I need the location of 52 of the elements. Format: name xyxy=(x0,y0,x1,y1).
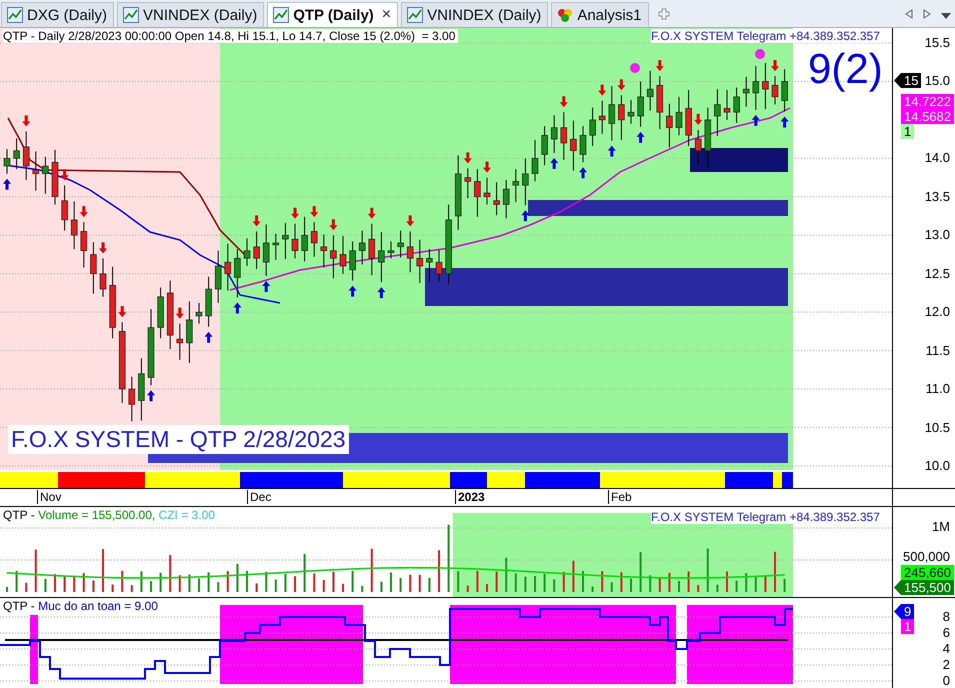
chart-icon xyxy=(407,7,424,23)
axis-label: 500,000 xyxy=(903,549,950,564)
axis-label: 12.5 xyxy=(924,266,950,281)
axis-label: 12.0 xyxy=(924,304,950,320)
value-badge: 1 xyxy=(901,619,914,634)
axis-label: 8 xyxy=(942,609,950,624)
chart-tab[interactable]: Analysis1 xyxy=(551,2,649,27)
dropdown-icon[interactable] xyxy=(941,13,951,19)
value-badge: 14.7222 xyxy=(901,94,954,109)
chart-tab[interactable]: VNINDEX (Daily) xyxy=(401,2,548,27)
axis-label: 4 xyxy=(942,641,950,656)
date-label: Nov xyxy=(37,490,62,504)
telegram-contact: F.O.X SYSTEM Telegram +84.389.352.357 xyxy=(651,29,880,43)
axis-label: 15.0 xyxy=(924,73,950,88)
signal-count: 9(2) xyxy=(808,48,883,90)
axis-label: 2 xyxy=(942,657,950,672)
value-badge: 155,500 xyxy=(894,580,954,595)
axis-label: 6 xyxy=(942,625,950,640)
axis-label: 13.0 xyxy=(924,227,950,242)
scroll-left-icon[interactable] xyxy=(905,9,913,19)
scroll-right-icon[interactable] xyxy=(923,9,931,19)
axis-label: 14.0 xyxy=(924,150,950,166)
axis-label: 10.5 xyxy=(924,420,950,434)
close-button[interactable]: × xyxy=(382,6,392,24)
highlight-zone xyxy=(30,615,38,684)
chart-tab[interactable]: QTP (Daily) × xyxy=(267,2,398,27)
date-label: 2023 xyxy=(455,490,485,504)
signal-dot xyxy=(630,63,640,73)
telegram-contact: F.O.X SYSTEM Telegram +84.389.352.357 xyxy=(651,510,880,524)
chart-icon xyxy=(7,7,23,23)
chart-tab[interactable]: VNINDEX (Daily) xyxy=(117,2,264,27)
axis-label: 15.5 xyxy=(924,35,950,50)
value-badge: 9 xyxy=(894,604,914,619)
axis-label: 11.5 xyxy=(926,342,950,358)
chart-title: F.O.X SYSTEM - QTP 2/28/2023 xyxy=(8,425,348,454)
chart-icon xyxy=(273,7,290,23)
chart-tab[interactable]: DXG (Daily) xyxy=(1,2,114,27)
axis-label: 11.0 xyxy=(926,381,950,396)
date-label: Dec xyxy=(247,490,272,504)
value-badge: 15 xyxy=(894,73,922,88)
value-badge: 1 xyxy=(901,124,914,139)
axis-label: 10.0 xyxy=(924,458,950,473)
value-badge: 245,660 xyxy=(901,565,954,580)
axis-label: 13.5 xyxy=(924,188,950,204)
axis-label: 1M xyxy=(932,519,950,534)
chart-header: QTP - Daily 2/28/2023 00:00:00 Open 14.8, Hi 15.1, Lo 14.7, Close 15 (2.0%) = 3.00 xyxy=(3,29,458,43)
chart-icon xyxy=(123,7,140,23)
axis-label: 0 xyxy=(942,673,950,688)
date-label: Feb xyxy=(608,490,632,504)
analysis-icon xyxy=(557,7,574,23)
value-badge: 14.5682 xyxy=(901,109,954,124)
signal-dot xyxy=(755,49,765,59)
